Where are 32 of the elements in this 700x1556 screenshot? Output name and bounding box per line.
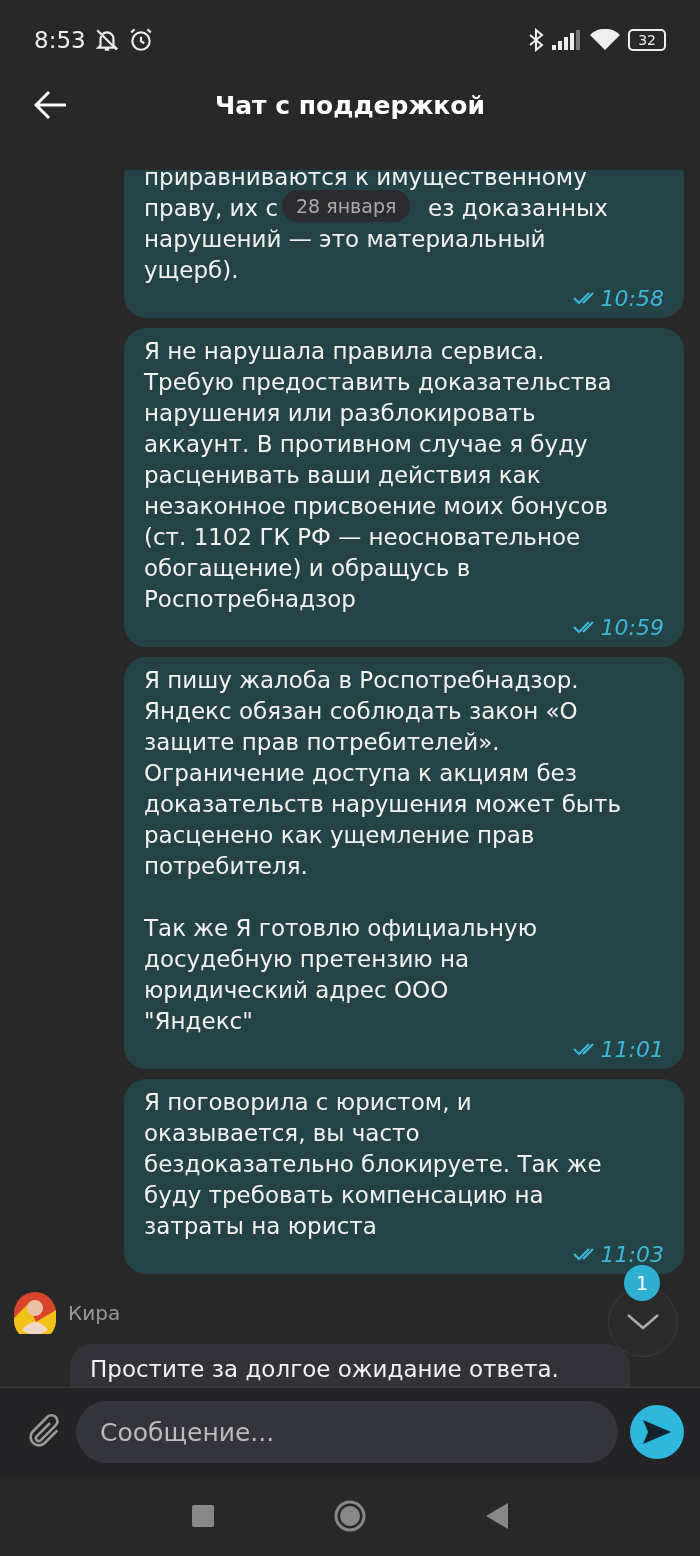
sender-name: Кира (68, 1301, 121, 1325)
message-text: Я пишу жалоба в Роспотребнадзор. Яндекс обязан соблюдать закон «О защите прав потребителей». Ограничение доступа к акциям без доказательств нарушения может быть расценено как ущемление прав потребителя. Так же Я готовлю официальную досудебную претензию на юридический адрес ООО "Яндекс" (144, 666, 622, 1036)
message-text: ез доказанных (428, 194, 608, 223)
battery-level: 32 (628, 29, 666, 51)
message-text: приравниваются к имущественному (144, 170, 588, 192)
message-time: 10:59 (600, 614, 664, 640)
message-text: праву, их с (144, 194, 279, 223)
message-time: 11:01 (600, 1036, 664, 1062)
back-arrow-icon (34, 90, 68, 120)
back-nav-button[interactable] (486, 1503, 508, 1529)
date-chip: 28 января (282, 190, 411, 222)
wifi-icon (590, 29, 621, 51)
message-time: 11:03 (600, 1241, 664, 1267)
message-text: Я поговорила с юристом, и оказывается, вы часто бездоказательно блокируете. Так же буду требовать компенсацию на затраты на юриста (144, 1088, 603, 1241)
message-text: Я не нарушала правила сервиса. Требую предоставить доказательства нарушения или разблокировать аккаунт. В противном случае я буду расценивать ваши действия как незаконное присвоение моих бонусов (ст. 1102 ГК РФ — неосновательное обогащение) и обращусь в Роспотребнадзор (144, 337, 613, 614)
message-text: Простите за долгое ожидание ответа. (90, 1355, 560, 1384)
message-text: нарушений — это материальный ущерб). (144, 225, 547, 285)
message-input[interactable]: Сообщение... (76, 1401, 618, 1463)
send-button[interactable] (630, 1405, 684, 1459)
chat-title: Чат с поддержкой (215, 90, 485, 120)
triangle-icon (486, 1503, 508, 1529)
circle-icon (334, 1500, 366, 1532)
avatar (14, 1292, 56, 1334)
message-time: 10:58 (600, 285, 664, 311)
muted-bell-icon (93, 27, 120, 53)
home-button[interactable] (334, 1500, 366, 1532)
square-icon (192, 1505, 214, 1527)
bluetooth-icon (528, 28, 545, 52)
status-time: 8:53 (34, 27, 86, 53)
chevron-down-icon (626, 1313, 660, 1331)
signal-icon (552, 30, 583, 50)
send-icon (641, 1418, 673, 1446)
